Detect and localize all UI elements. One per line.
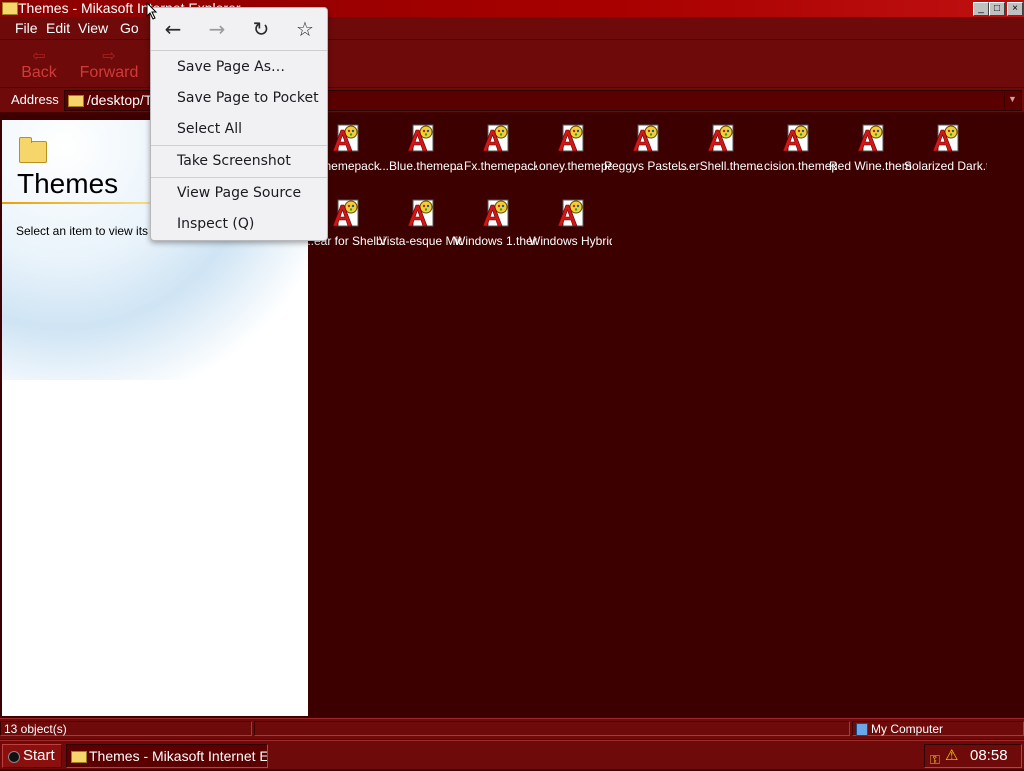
folder-icon	[68, 95, 84, 107]
themepack-file-icon	[632, 124, 659, 152]
status-blank	[254, 721, 850, 736]
menu-take-screenshot[interactable]: Take Screenshot	[177, 153, 291, 169]
file-item[interactable]: Vista-esque Midnight	[379, 195, 462, 261]
file-item[interactable]: ...Blue.themepack	[379, 120, 462, 186]
file-item[interactable]: Peggys Pastels.themepack	[604, 120, 687, 186]
file-item[interactable]: Windows 1.themepack	[454, 195, 537, 261]
file-caption: ...Blue.themepack	[379, 160, 462, 173]
start-label: Start	[23, 747, 55, 764]
file-item[interactable]: Solarized Dark.themepack	[904, 120, 987, 186]
back-arrow-icon: ⇦	[32, 48, 46, 65]
themepack-file-icon	[932, 124, 959, 152]
menu-save-to-pocket[interactable]: Save Page to Pocket	[177, 90, 319, 106]
themepack-file-icon	[332, 124, 359, 152]
folder-icon	[2, 2, 18, 15]
forward-button[interactable]: ⇨ Forward	[75, 48, 143, 82]
menu-separator	[151, 50, 327, 51]
file-item[interactable]: ...cision.themepack	[754, 120, 837, 186]
status-bar: 13 object(s) My Computer	[0, 718, 1024, 739]
context-menu: ← → ↻ ☆ Save Page As… Save Page to Pocke…	[150, 7, 328, 241]
file-item[interactable]: ...Fx.themepack	[454, 120, 537, 186]
taskbar-window-button[interactable]: Themes - Mikasoft Internet Explorer	[66, 744, 268, 768]
mouse-cursor-icon	[146, 2, 158, 20]
context-nav-row: ← → ↻ ☆	[151, 8, 327, 50]
file-item[interactable]: Red Wine.themepack	[829, 120, 912, 186]
file-view[interactable]: ...themepack...Blue.themepack...Fx.theme…	[308, 117, 1024, 717]
menu-view-source[interactable]: View Page Source	[177, 185, 301, 201]
computer-icon	[856, 723, 868, 736]
menu-save-page-as[interactable]: Save Page As…	[177, 59, 285, 75]
reload-icon[interactable]: ↻	[250, 18, 272, 40]
themepack-file-icon	[557, 199, 584, 227]
file-item[interactable]: ...oney.themepack	[529, 120, 612, 186]
themepack-file-icon	[407, 124, 434, 152]
file-caption: Peggys Pastels.themepack	[604, 160, 687, 173]
taskbar-window-label: Themes - Mikasoft Internet Explorer	[89, 748, 268, 764]
file-item[interactable]: Windows Hybrid -	[529, 195, 612, 261]
warning-icon[interactable]: ⚠	[945, 745, 958, 767]
zone-label: My Computer	[871, 722, 944, 736]
themepack-file-icon	[557, 124, 584, 152]
start-logo-icon	[8, 751, 20, 763]
zone-status: My Computer	[852, 721, 1024, 736]
menu-select-all[interactable]: Select All	[177, 121, 242, 137]
menu-inspect[interactable]: Inspect (Q)	[177, 216, 254, 232]
minimize-button[interactable]: _	[973, 2, 989, 16]
menu-file[interactable]: File	[15, 20, 38, 36]
file-item[interactable]: ...erShell.themepack	[679, 120, 762, 186]
file-caption: ...oney.themepack	[529, 160, 612, 173]
folder-icon	[71, 751, 87, 763]
back-button[interactable]: ⇦ Back	[18, 48, 60, 82]
menu-view[interactable]: View	[78, 20, 108, 36]
file-caption: ...Fx.themepack	[454, 160, 537, 173]
themepack-file-icon	[407, 199, 434, 227]
taskbar: Start Themes - Mikasoft Internet Explore…	[0, 740, 1024, 769]
address-value: /desktop/T	[87, 92, 153, 108]
system-tray: ⚿ ⚠ 08:58	[924, 744, 1022, 768]
themepack-file-icon	[782, 124, 809, 152]
address-dropdown-icon[interactable]: ▼	[1004, 92, 1020, 107]
forward-arrow-icon: ⇨	[102, 48, 116, 65]
themepack-file-icon	[707, 124, 734, 152]
address-label: Address	[11, 92, 59, 107]
folder-icon	[19, 137, 47, 163]
file-caption: Vista-esque Midnight	[379, 235, 462, 248]
forward-label: Forward	[79, 64, 139, 81]
bookmark-star-icon[interactable]: ☆	[294, 18, 316, 40]
menu-go[interactable]: Go	[120, 20, 139, 36]
start-button[interactable]: Start	[2, 744, 62, 768]
maximize-button[interactable]: □	[989, 2, 1005, 16]
close-button[interactable]: ×	[1007, 2, 1023, 16]
file-caption: Red Wine.themepack	[829, 160, 912, 173]
file-caption: Windows 1.themepack	[454, 235, 537, 248]
menu-edit[interactable]: Edit	[46, 20, 70, 36]
file-caption: ...cision.themepack	[754, 160, 837, 173]
object-count: 13 object(s)	[0, 721, 252, 736]
themepack-file-icon	[332, 199, 359, 227]
back-icon[interactable]: ←	[162, 18, 184, 40]
forward-icon[interactable]: →	[206, 18, 228, 40]
menu-separator	[151, 145, 327, 146]
menu-separator	[151, 177, 327, 178]
pane-heading: Themes	[17, 168, 119, 199]
clock[interactable]: 08:58	[970, 745, 1008, 767]
themepack-file-icon	[482, 124, 509, 152]
file-caption: ...erShell.themepack	[679, 160, 762, 173]
themepack-file-icon	[857, 124, 884, 152]
themepack-file-icon	[482, 199, 509, 227]
file-caption: Windows Hybrid -	[529, 235, 612, 248]
file-caption: Solarized Dark.themepack	[904, 160, 987, 173]
back-label: Back	[21, 64, 57, 81]
